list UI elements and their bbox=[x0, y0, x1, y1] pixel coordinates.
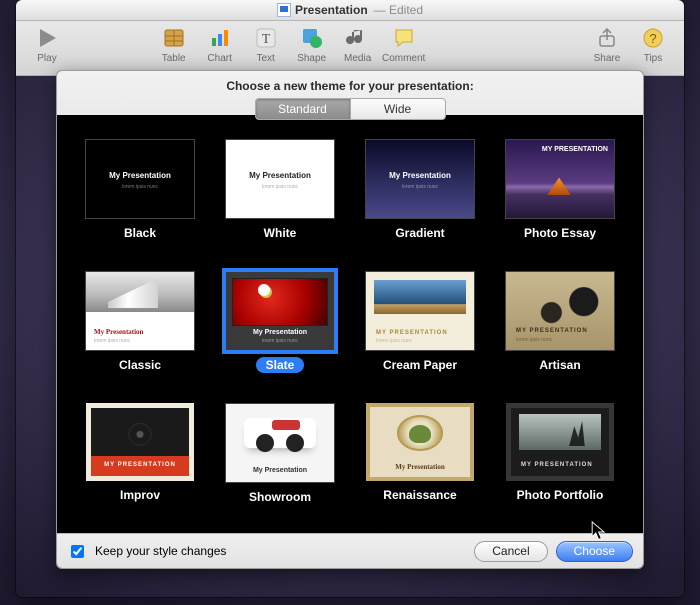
titlebar: Presentation — Edited bbox=[16, 0, 684, 21]
theme-thumb: MY PRESENTATION bbox=[86, 403, 194, 481]
text-button[interactable]: T Text bbox=[245, 25, 287, 64]
theme-label: White bbox=[254, 225, 307, 241]
text-icon: T bbox=[252, 25, 280, 51]
share-icon bbox=[593, 25, 621, 51]
theme-thumb: My Presentation lorem ipsis nunc bbox=[225, 139, 335, 219]
theme-gradient[interactable]: My Presentation lorem ipsis nunc Gradien… bbox=[359, 139, 481, 259]
theme-photo-portfolio[interactable]: MY PRESENTATION Photo Portfolio bbox=[499, 403, 621, 523]
share-button[interactable]: Share bbox=[586, 25, 628, 64]
theme-label: Photo Essay bbox=[514, 225, 606, 241]
segment-wide[interactable]: Wide bbox=[350, 99, 445, 119]
theme-thumb: MY PRESENTATION lorem ipsis nunc bbox=[505, 271, 615, 351]
table-icon bbox=[160, 25, 188, 51]
theme-label: Cream Paper bbox=[373, 357, 467, 373]
theme-label: Showroom bbox=[239, 489, 321, 505]
theme-label: Gradient bbox=[385, 225, 454, 241]
theme-chooser-sheet: Choose a new theme for your presentation… bbox=[56, 70, 644, 569]
chart-icon bbox=[206, 25, 234, 51]
theme-renaissance[interactable]: My Presentation Renaissance bbox=[359, 403, 481, 523]
shape-button[interactable]: Shape bbox=[291, 25, 333, 64]
theme-thumb: My Presentation lorem ipsis nunc bbox=[85, 139, 195, 219]
theme-classic[interactable]: My Presentation lorem ipsis nunc Classic bbox=[79, 271, 201, 391]
theme-thumb: MY PRESENTATION bbox=[505, 139, 615, 219]
sheet-heading: Choose a new theme for your presentation… bbox=[57, 79, 643, 93]
theme-cream-paper[interactable]: MY PRESENTATION lorem ipsis nunc Cream P… bbox=[359, 271, 481, 391]
theme-white[interactable]: My Presentation lorem ipsis nunc White bbox=[219, 139, 341, 259]
theme-improv[interactable]: MY PRESENTATION Improv bbox=[79, 403, 201, 523]
segment-standard[interactable]: Standard bbox=[256, 99, 350, 119]
theme-black[interactable]: My Presentation lorem ipsis nunc Black bbox=[79, 139, 201, 259]
play-icon bbox=[33, 25, 61, 51]
theme-showroom[interactable]: My Presentation Showroom bbox=[219, 403, 341, 523]
document-title: Presentation bbox=[295, 3, 368, 17]
media-icon bbox=[344, 25, 372, 51]
aspect-segmented-control[interactable]: Standard Wide bbox=[255, 98, 446, 120]
play-button[interactable]: Play bbox=[26, 25, 68, 64]
svg-text:?: ? bbox=[649, 31, 656, 46]
choose-button[interactable]: Choose bbox=[556, 541, 633, 562]
document-icon bbox=[277, 3, 291, 17]
table-button[interactable]: Table bbox=[153, 25, 195, 64]
tips-icon: ? bbox=[639, 25, 667, 51]
theme-label: Artisan bbox=[529, 357, 590, 373]
comment-button[interactable]: Comment bbox=[383, 25, 425, 64]
theme-thumb: My Presentation lorem ipsis nunc bbox=[365, 139, 475, 219]
keep-style-label: Keep your style changes bbox=[95, 544, 226, 558]
theme-thumb: MY PRESENTATION lorem ipsis nunc bbox=[365, 271, 475, 351]
theme-thumb: MY PRESENTATION bbox=[506, 403, 614, 481]
theme-label: Slate bbox=[256, 357, 305, 373]
theme-label: Photo Portfolio bbox=[507, 487, 614, 503]
theme-label: Improv bbox=[110, 487, 170, 503]
theme-artisan[interactable]: MY PRESENTATION lorem ipsis nunc Artisan bbox=[499, 271, 621, 391]
theme-slate[interactable]: My Presentation lorem ipsis nunc Slate bbox=[219, 271, 341, 391]
chart-button[interactable]: Chart bbox=[199, 25, 241, 64]
theme-thumb: My Presentation lorem ipsis nunc bbox=[85, 271, 195, 351]
comment-icon bbox=[390, 25, 418, 51]
theme-thumb: My Presentation bbox=[366, 403, 474, 481]
document-status: — Edited bbox=[374, 3, 423, 17]
theme-label: Classic bbox=[109, 357, 171, 373]
theme-thumb: My Presentation bbox=[225, 403, 335, 483]
theme-grid: My Presentation lorem ipsis nunc Black M… bbox=[57, 123, 643, 533]
shape-icon bbox=[298, 25, 326, 51]
theme-label: Black bbox=[114, 225, 166, 241]
tips-button[interactable]: ? Tips bbox=[632, 25, 674, 64]
theme-photo-essay[interactable]: MY PRESENTATION Photo Essay bbox=[499, 139, 621, 259]
theme-label: Renaissance bbox=[373, 487, 466, 503]
sheet-footer: Keep your style changes Cancel Choose bbox=[57, 533, 643, 568]
theme-thumb: My Presentation lorem ipsis nunc bbox=[225, 271, 335, 351]
media-button[interactable]: Media bbox=[337, 25, 379, 64]
toolbar: Play Table Chart T Text bbox=[16, 21, 684, 76]
svg-text:T: T bbox=[261, 32, 270, 47]
cancel-button[interactable]: Cancel bbox=[474, 541, 547, 562]
keep-style-checkbox[interactable] bbox=[71, 545, 84, 558]
